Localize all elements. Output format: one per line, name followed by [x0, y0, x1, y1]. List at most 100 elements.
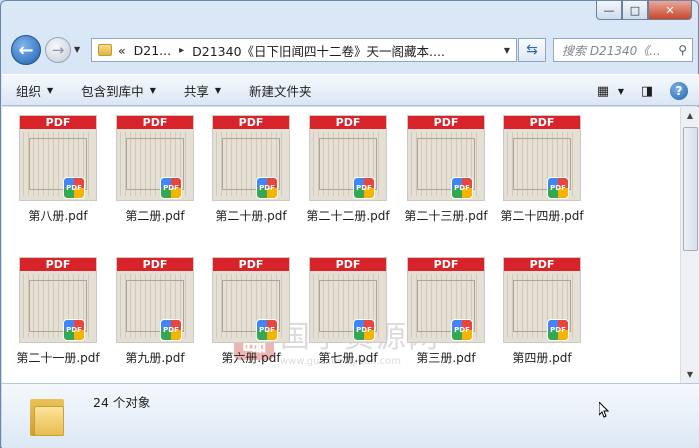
pdf-thumbnail: PDF: [407, 115, 485, 201]
new-folder-label: 新建文件夹: [249, 83, 312, 99]
chevron-down-icon: ▼: [617, 86, 625, 96]
organize-label: 组织: [16, 83, 42, 99]
breadcrumb-overflow[interactable]: «: [118, 43, 126, 58]
pdf-thumbnail: PDF: [503, 115, 581, 201]
pdf-thumbnail: PDF: [407, 257, 485, 343]
file-item[interactable]: PDF PDF 第二册.pdf: [99, 115, 199, 235]
arrow-left-icon: ←: [18, 39, 34, 61]
chevron-down-icon: ▼: [47, 85, 54, 95]
file-item[interactable]: PDF PDF 第二十一册.pdf: [2, 257, 102, 377]
pdf-thumbnail: PDF: [309, 257, 387, 343]
view-grid-icon: ▦: [596, 83, 610, 99]
pdf-app-icon: PDF: [256, 177, 278, 199]
change-view-button[interactable]: ▦: [591, 79, 615, 103]
pdf-app-icon: PDF: [547, 319, 569, 341]
details-pane: 24 个对象: [2, 383, 699, 448]
chevron-down-icon: ▼: [149, 85, 156, 95]
pdf-band-label: PDF: [213, 116, 289, 129]
file-item[interactable]: PDF PDF 第九册.pdf: [99, 257, 199, 377]
pdf-band-label: PDF: [213, 258, 289, 271]
forward-button[interactable]: →: [45, 37, 71, 63]
breadcrumb-item-parent[interactable]: D21...: [134, 43, 171, 58]
include-in-library-button[interactable]: 包含到库中 ▼: [67, 75, 170, 105]
pdf-band-label: PDF: [504, 258, 580, 271]
share-label: 共享: [183, 83, 209, 99]
pdf-thumbnail: PDF: [116, 115, 194, 201]
folder-icon: [30, 396, 64, 436]
pdf-thumbnail: PDF: [19, 115, 97, 201]
file-item[interactable]: PDF PDF 第二十四册.pdf: [486, 115, 586, 235]
pdf-app-icon: PDF: [160, 177, 182, 199]
pdf-app-icon: PDF: [63, 319, 85, 341]
chevron-down-icon: ▼: [214, 85, 222, 95]
preview-pane-icon: ◨: [640, 83, 654, 99]
file-item[interactable]: PDF PDF 第二十三册.pdf: [390, 115, 490, 235]
file-name[interactable]: 第二十四册.pdf: [481, 207, 603, 224]
mouse-cursor-icon: [599, 402, 609, 418]
pdf-band-label: PDF: [408, 116, 484, 129]
pdf-band-label: PDF: [408, 258, 484, 271]
pdf-band-label: PDF: [310, 258, 386, 271]
organize-button[interactable]: 组织 ▼: [2, 75, 67, 105]
pdf-thumbnail: PDF: [19, 257, 97, 343]
pdf-thumbnail: PDF: [212, 257, 290, 343]
maximize-button[interactable]: □: [622, 1, 648, 20]
pdf-thumbnail: PDF: [503, 257, 581, 343]
view-options-dropdown[interactable]: ▼: [615, 79, 627, 103]
pdf-app-icon: PDF: [547, 177, 569, 199]
pdf-app-icon: PDF: [353, 319, 375, 341]
file-name[interactable]: 第四册.pdf: [481, 349, 603, 366]
arrow-right-icon: →: [51, 41, 65, 59]
pdf-band-label: PDF: [20, 258, 96, 271]
pdf-thumbnail: PDF: [309, 115, 387, 201]
include-in-library-label: 包含到库中: [81, 83, 144, 99]
help-icon: ?: [670, 82, 688, 100]
help-button[interactable]: ?: [667, 79, 691, 103]
breadcrumb-item-current[interactable]: D21340《日下旧闻四十二卷》天一阁藏本....: [192, 41, 445, 60]
pdf-app-icon: PDF: [451, 319, 473, 341]
caption-buttons: — □ ✕: [596, 1, 692, 20]
minimize-button[interactable]: —: [596, 1, 622, 20]
pdf-band-label: PDF: [20, 116, 96, 129]
file-item[interactable]: PDF PDF 第四册.pdf: [486, 257, 586, 377]
view-controls: ▦ ▼ ◨ ?: [583, 79, 691, 103]
item-count: 24 个对象: [93, 395, 151, 410]
pdf-app-icon: PDF: [160, 319, 182, 341]
refresh-icon: ⇆: [526, 42, 538, 58]
scroll-thumb[interactable]: [683, 127, 698, 251]
preview-pane-button[interactable]: ◨: [635, 79, 659, 103]
pdf-band-label: PDF: [117, 258, 193, 271]
file-item[interactable]: PDF PDF 第八册.pdf: [2, 115, 102, 235]
vertical-scrollbar[interactable]: ▲ ▼: [680, 107, 699, 383]
scroll-up-icon[interactable]: ▲: [681, 107, 699, 124]
breadcrumb-separator-icon[interactable]: ▸: [179, 45, 184, 56]
recent-pages-dropdown[interactable]: ▼: [74, 45, 80, 54]
pdf-thumbnail: PDF: [116, 257, 194, 343]
back-button[interactable]: ←: [11, 35, 41, 65]
file-item[interactable]: PDF PDF 第二十册.pdf: [195, 115, 295, 235]
share-button[interactable]: 共享 ▼: [170, 75, 235, 105]
file-item[interactable]: PDF PDF 第三册.pdf: [390, 257, 490, 377]
search-placeholder: 搜索 D21340《...: [562, 43, 661, 58]
pdf-app-icon: PDF: [63, 177, 85, 199]
file-item[interactable]: PDF PDF 第六册.pdf: [195, 257, 295, 377]
address-dropdown-icon[interactable]: ▼: [504, 46, 510, 55]
pdf-band-label: PDF: [310, 116, 386, 129]
new-folder-button[interactable]: 新建文件夹: [235, 75, 326, 105]
scroll-down-icon[interactable]: ▼: [681, 366, 699, 383]
pdf-app-icon: PDF: [256, 319, 278, 341]
file-item[interactable]: PDF PDF 第七册.pdf: [292, 257, 392, 377]
navigation-bar: ← → ▼ « D21... ▸ D21340《日下旧闻四十二卷》天一阁藏本..…: [7, 31, 694, 69]
search-input[interactable]: 搜索 D21340《... ⚲: [553, 38, 693, 62]
folder-icon: [98, 44, 112, 56]
file-item[interactable]: PDF PDF 第二十二册.pdf: [292, 115, 392, 235]
pdf-app-icon: PDF: [353, 177, 375, 199]
refresh-button[interactable]: ⇆: [518, 38, 546, 62]
close-button[interactable]: ✕: [648, 1, 692, 20]
file-list-pane[interactable]: 臨 国学资源网 www.guoxueziyuan.com PDFPDF第八册.p…: [2, 107, 680, 383]
pdf-band-label: PDF: [504, 116, 580, 129]
pdf-band-label: PDF: [117, 116, 193, 129]
address-bar[interactable]: « D21... ▸ D21340《日下旧闻四十二卷》天一阁藏本.... ▼: [91, 38, 517, 62]
pdf-app-icon: PDF: [451, 177, 473, 199]
command-bar: 组织 ▼ 包含到库中 ▼ 共享 ▼ 新建文件夹 ▦ ▼ ◨ ?: [2, 74, 699, 106]
